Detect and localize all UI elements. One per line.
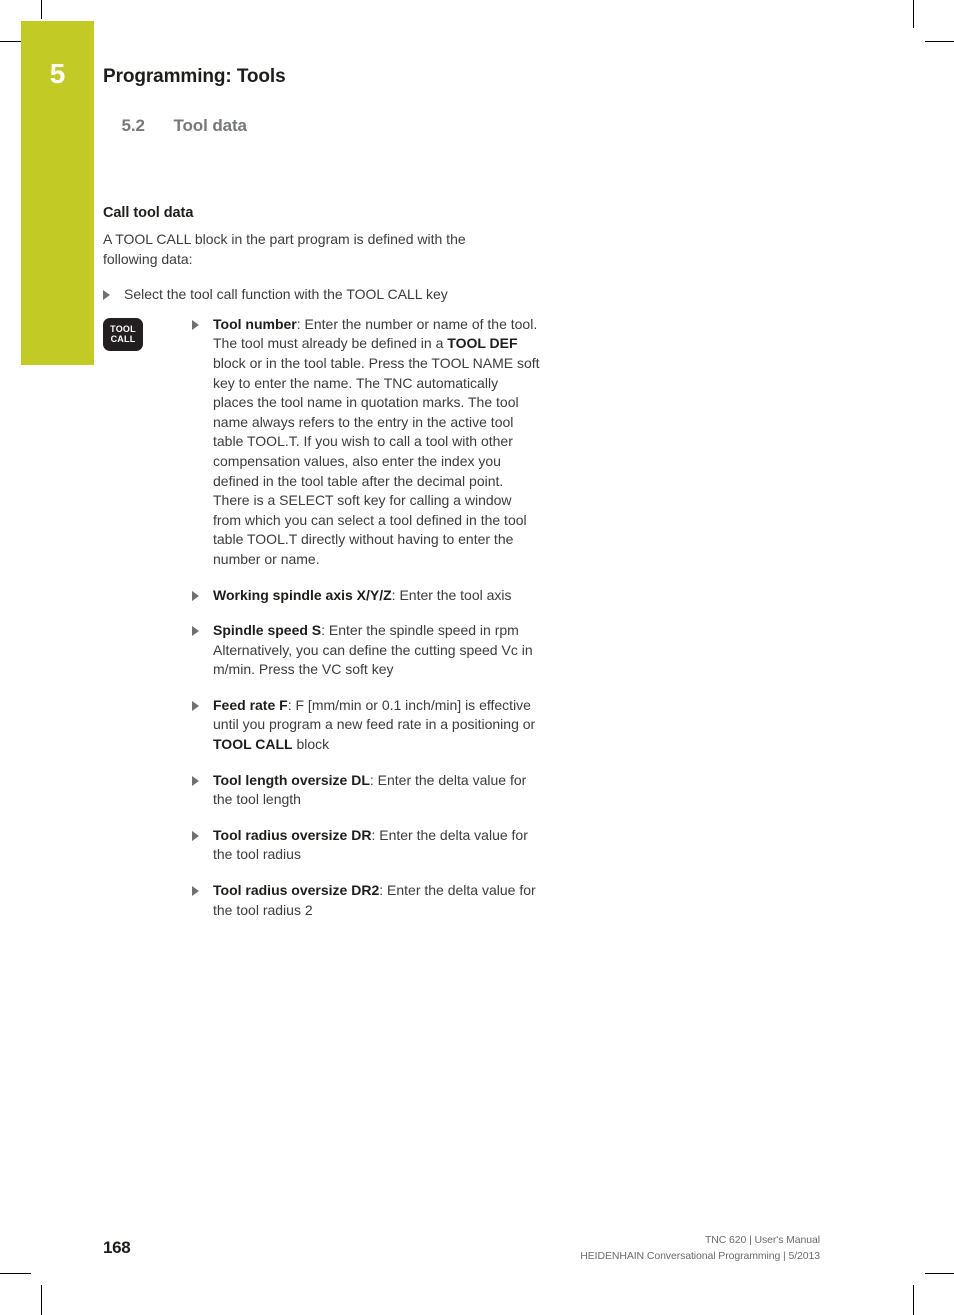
list-item: Select the tool call function with the T… xyxy=(103,285,543,305)
parameter-description: : Enter the tool axis xyxy=(391,586,512,603)
crop-mark-bottom-left-vertical xyxy=(41,1285,42,1315)
parameter-name: Spindle speed S xyxy=(213,622,322,639)
bullet-triangle-icon xyxy=(192,590,199,601)
section-breadcrumb: 5.2 Tool data xyxy=(103,93,863,159)
page-header: Programming: Tools 5.2 Tool data xyxy=(103,64,863,159)
footer-manual-title: TNC 620 | User's Manual xyxy=(704,1234,820,1246)
page-title: Programming: Tools xyxy=(103,66,286,87)
list-item: Spindle speed S: Enter the spindle speed… xyxy=(192,621,540,680)
parameter-name: Working spindle axis X/Y/Z xyxy=(213,586,392,603)
bullet-triangle-icon xyxy=(103,290,110,301)
crop-mark-top-right-horizontal xyxy=(925,41,954,42)
list-item: Tool length oversize DL: Enter the delta… xyxy=(192,771,540,810)
tool-call-parameter-list: Tool number: Enter the number or name of… xyxy=(192,315,540,920)
parameter-name: Feed rate F xyxy=(213,696,288,713)
parameter-name: TOOL CALL xyxy=(213,736,293,753)
list-item: Working spindle axis X/Y/Z: Enter the to… xyxy=(192,586,540,606)
parameter-name: Tool radius oversize DR2 xyxy=(213,882,380,899)
list-item-text: Select the tool call function with the T… xyxy=(124,286,448,303)
main-content: Call tool data A TOOL CALL block in the … xyxy=(103,205,543,936)
softkey-bullet-block: TOOL CALL Tool number: Enter the number … xyxy=(103,315,543,920)
list-item: Tool number: Enter the number or name of… xyxy=(192,315,540,570)
bullet-triangle-icon xyxy=(192,886,199,897)
list-item: Tool radius oversize DR2: Enter the delt… xyxy=(192,881,540,920)
section-number: 5.2 xyxy=(121,116,145,136)
footer-manual-subtitle: HEIDENHAIN Conversational Programming | … xyxy=(580,1249,820,1262)
crop-mark-bottom-right-vertical xyxy=(913,1285,914,1315)
parameter-name: Tool number xyxy=(213,315,297,332)
tool-call-key-line2: CALL xyxy=(110,334,136,345)
bullet-triangle-icon xyxy=(192,626,199,637)
bullet-triangle-icon xyxy=(192,319,199,330)
footer-meta: TNC 620 | User's Manual HEIDENHAIN Conve… xyxy=(580,1233,820,1265)
list-item: Tool radius oversize DR: Enter the delta… xyxy=(192,826,540,865)
parameter-name: Tool length oversize DL xyxy=(213,771,370,788)
bullet-triangle-icon xyxy=(192,775,199,786)
parameter-name: TOOL DEF xyxy=(447,335,518,352)
crop-mark-bottom-right-horizontal xyxy=(925,1273,954,1274)
bullet-triangle-icon xyxy=(192,700,199,711)
chapter-tab: 5 xyxy=(21,21,94,365)
crop-mark-top-left-horizontal xyxy=(0,41,23,42)
parameter-description: block or in the tool table. Press the TO… xyxy=(213,354,540,567)
crop-mark-top-left-vertical xyxy=(41,0,42,19)
crop-mark-top-right-vertical xyxy=(913,0,914,28)
parameter-description: block xyxy=(292,736,330,753)
section-title: Tool data xyxy=(173,116,248,136)
top-level-bullet-list: Select the tool call function with the T… xyxy=(103,285,543,305)
page-number: 168 xyxy=(103,1238,131,1257)
intro-paragraph: A TOOL CALL block in the part program is… xyxy=(103,231,466,267)
section-heading: Call tool data xyxy=(103,205,194,221)
tool-call-key-icon: TOOL CALL xyxy=(103,317,143,351)
list-item: Feed rate F: F [mm/min or 0.1 inch/min] … xyxy=(192,696,540,755)
bullet-triangle-icon xyxy=(192,830,199,841)
crop-mark-bottom-left-horizontal xyxy=(0,1273,31,1274)
parameter-name: Tool radius oversize DR xyxy=(213,826,372,843)
tool-call-key-line1: TOOL xyxy=(110,323,136,334)
chapter-number: 5 xyxy=(49,58,66,89)
